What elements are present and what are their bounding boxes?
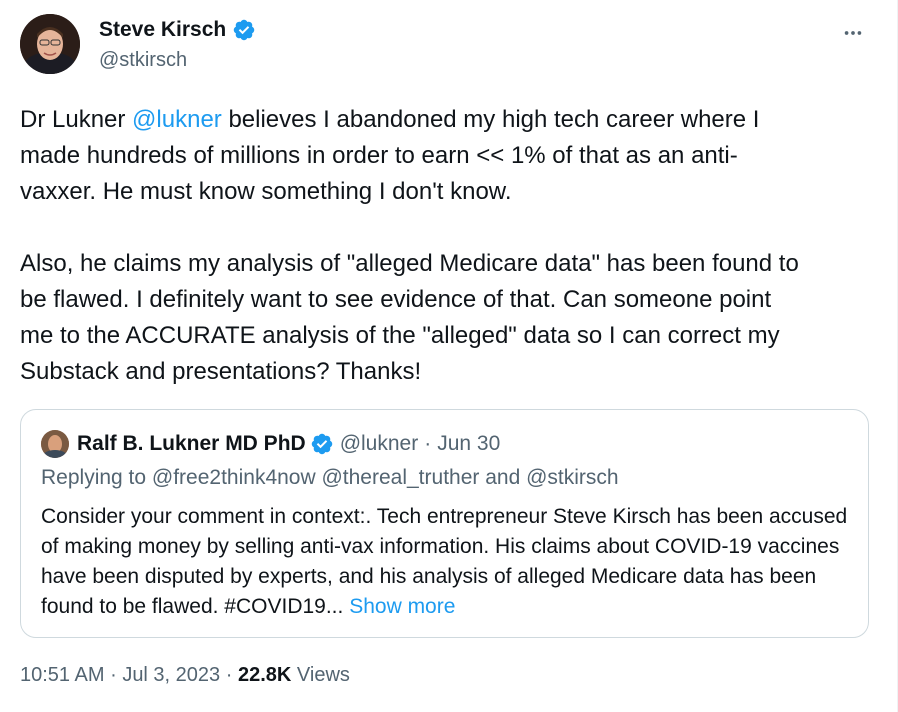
author-avatar[interactable] xyxy=(20,14,80,74)
quoted-author-name[interactable]: Ralf B. Lukner MD PhD xyxy=(77,432,306,456)
tweet-header: Steve Kirsch @stkirsch xyxy=(20,14,878,78)
meta-separator: · xyxy=(424,432,432,455)
more-options-button[interactable] xyxy=(836,16,870,50)
replying-to-text: Replying to @free2think4now @thereal_tru… xyxy=(41,466,619,489)
quoted-tweet-text: Consider your comment in context:. Tech … xyxy=(41,505,848,618)
tweet-footer: 10:51 AM · Jul 3, 2023 · 22.8K Views xyxy=(20,664,350,687)
author-handle[interactable]: @stkirsch xyxy=(99,49,187,72)
quoted-author-handle[interactable]: @lukner xyxy=(340,432,419,456)
footer-separator: · xyxy=(110,664,117,686)
footer-separator: · xyxy=(225,664,233,686)
mention-link[interactable]: @lukner xyxy=(132,106,222,133)
views-label: Views xyxy=(296,664,350,686)
show-more-link[interactable]: Show more xyxy=(349,595,455,618)
verified-badge-icon xyxy=(233,19,255,41)
quoted-tweet-card[interactable]: Ralf B. Lukner MD PhD @lukner · Jun 30 R… xyxy=(20,409,869,638)
quoted-tweet-date[interactable]: Jun 30 xyxy=(437,432,500,456)
quoted-author-avatar[interactable] xyxy=(41,430,69,458)
tweet-text: Dr Lukner @lukner believes I abandoned m… xyxy=(20,106,799,385)
verified-badge-icon xyxy=(311,433,332,455)
tweet-time[interactable]: 10:51 AM xyxy=(20,664,105,686)
more-options-icon xyxy=(844,31,862,35)
author-name[interactable]: Steve Kirsch xyxy=(99,18,226,42)
views-count[interactable]: 22.8K xyxy=(238,664,291,686)
tweet-date[interactable]: Jul 3, 2023 xyxy=(122,664,220,686)
